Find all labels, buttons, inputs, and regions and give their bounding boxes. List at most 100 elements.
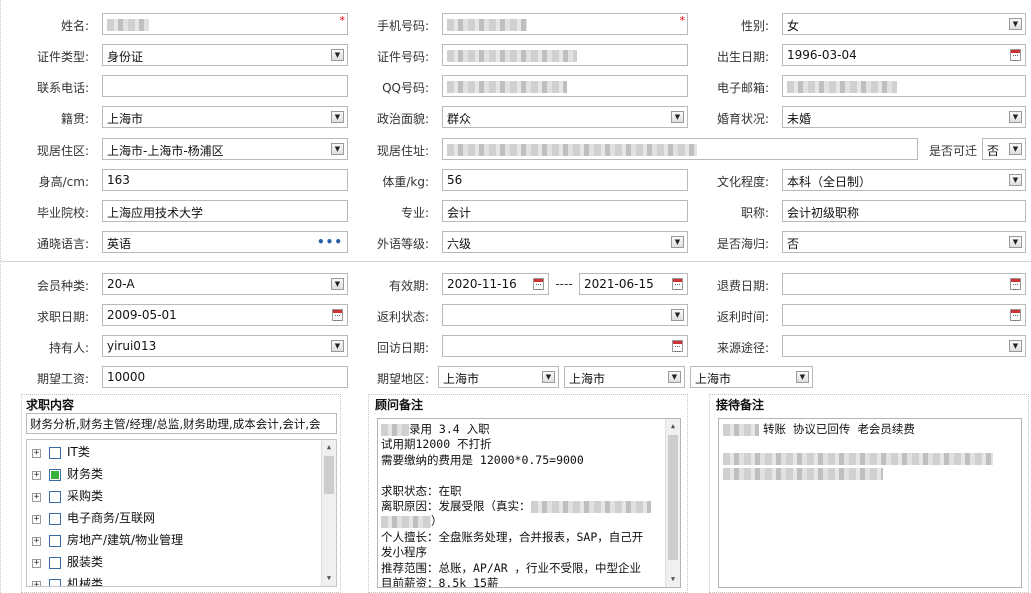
advisor-notes-textarea[interactable]: 录用 3.4 入职 试用期12000 不打折 需要缴纳的费用是 12000*0.… — [377, 418, 681, 588]
chevron-down-icon[interactable]: ▼ — [668, 371, 681, 383]
job-date-field[interactable]: 2009-05-01 — [102, 304, 348, 326]
chevron-down-icon[interactable]: ▼ — [331, 340, 344, 352]
qq-field[interactable] — [442, 75, 688, 97]
valid-from-field[interactable]: 2020-11-16 — [442, 273, 549, 295]
education-select[interactable]: 本科（全日制） ▼ — [782, 169, 1026, 191]
calendar-icon[interactable] — [1010, 309, 1021, 321]
residence-select[interactable]: 上海市-上海市-杨浦区 ▼ — [102, 138, 348, 160]
calendar-icon[interactable] — [332, 309, 343, 321]
rebate-time-field[interactable] — [782, 304, 1026, 326]
expand-icon[interactable]: + — [32, 492, 41, 502]
lang-level-select[interactable]: 六级 ▼ — [442, 231, 688, 253]
scroll-thumb[interactable] — [324, 456, 334, 494]
scroll-up-icon[interactable]: ▲ — [666, 419, 680, 434]
chevron-down-icon[interactable]: ▼ — [542, 371, 555, 383]
chevron-down-icon[interactable]: ▼ — [331, 143, 344, 155]
advisor-notes-panel: 顾问备注 录用 3.4 入职 试用期12000 不打折 需要缴纳的费用是 120… — [368, 394, 688, 593]
tree-scrollbar[interactable]: ▲ ▼ — [321, 440, 336, 586]
valid-to-field[interactable]: 2021-06-15 — [579, 273, 688, 295]
region-province-select[interactable]: 上海市 ▼ — [438, 366, 559, 388]
birth-date-field[interactable]: 1996-03-04 — [782, 44, 1026, 66]
expand-icon[interactable]: + — [32, 536, 41, 546]
expand-icon[interactable]: + — [32, 580, 41, 586]
weight-field[interactable]: 56 — [442, 169, 688, 191]
id-type-select[interactable]: 身份证 ▼ — [102, 44, 348, 66]
source-select[interactable]: ▼ — [782, 335, 1026, 357]
id-number-field[interactable] — [442, 44, 688, 66]
tree-item-it[interactable]: + IT类 — [32, 442, 90, 464]
school-field[interactable]: 上海应用技术大学 — [102, 200, 348, 222]
expand-icon[interactable]: + — [32, 514, 41, 524]
address-field[interactable] — [442, 138, 918, 160]
salary-field[interactable]: 10000 — [102, 366, 348, 388]
scroll-down-icon[interactable]: ▼ — [666, 572, 680, 587]
refund-date-field[interactable] — [782, 273, 1026, 295]
chevron-down-icon[interactable]: ▼ — [1009, 18, 1022, 30]
checkbox-checked[interactable] — [49, 469, 61, 481]
checkbox[interactable] — [49, 557, 61, 569]
more-options-icon[interactable]: ••• — [317, 235, 343, 249]
tree-item-ecommerce[interactable]: + 电子商务/互联网 — [32, 508, 155, 530]
relocate-select[interactable]: 否 ▼ — [982, 138, 1026, 160]
calendar-icon[interactable] — [672, 340, 683, 352]
calendar-icon[interactable] — [1010, 278, 1021, 290]
chevron-down-icon[interactable]: ▼ — [331, 111, 344, 123]
expand-icon[interactable]: + — [32, 448, 41, 458]
tree-item-machinery[interactable]: + 机械类 — [32, 574, 103, 586]
chevron-down-icon[interactable]: ▼ — [671, 111, 684, 123]
checkbox[interactable] — [49, 535, 61, 547]
chevron-down-icon[interactable]: ▼ — [331, 278, 344, 290]
row-school: 毕业院校: 上海应用技术大学 专业: 会计 职称: 会计初级职称 — [1, 200, 1031, 224]
name-field[interactable]: * — [102, 13, 348, 35]
tree-item-apparel[interactable]: + 服装类 — [32, 552, 103, 574]
notes-scrollbar[interactable]: ▲ ▼ — [665, 419, 680, 587]
contact-phone-field[interactable] — [102, 75, 348, 97]
height-field[interactable]: 163 — [102, 169, 348, 191]
education-value: 本科（全日制） — [787, 175, 872, 189]
phone-field[interactable]: * — [442, 13, 688, 35]
job-date-value: 2009-05-01 — [107, 308, 177, 322]
job-content-summary[interactable]: 财务分析,财务主管/经理/总监,财务助理,成本会计,会计,会 — [26, 413, 337, 434]
chevron-down-icon[interactable]: ▼ — [1009, 340, 1022, 352]
expand-icon[interactable]: + — [32, 470, 41, 480]
checkbox[interactable] — [49, 447, 61, 459]
language-field[interactable]: 英语 ••• — [102, 231, 348, 253]
checkbox[interactable] — [49, 579, 61, 586]
chevron-down-icon[interactable]: ▼ — [796, 371, 809, 383]
region-district-select[interactable]: 上海市 ▼ — [690, 366, 813, 388]
tree-item-purchasing[interactable]: + 采购类 — [32, 486, 103, 508]
calendar-icon[interactable] — [1010, 49, 1021, 61]
calendar-icon[interactable] — [672, 278, 683, 290]
chevron-down-icon[interactable]: ▼ — [671, 236, 684, 248]
chevron-down-icon[interactable]: ▼ — [671, 309, 684, 321]
chevron-down-icon[interactable]: ▼ — [1009, 174, 1022, 186]
reception-notes-textarea[interactable]: 转账 协议已回传 老会员续费 — [718, 418, 1022, 588]
gender-select[interactable]: 女 ▼ — [782, 13, 1026, 35]
chevron-down-icon[interactable]: ▼ — [1009, 143, 1022, 155]
native-select[interactable]: 上海市 ▼ — [102, 106, 348, 128]
scroll-up-icon[interactable]: ▲ — [322, 440, 336, 455]
email-field[interactable] — [782, 75, 1026, 97]
visit-date-field[interactable] — [442, 335, 688, 357]
rebate-status-select[interactable]: ▼ — [442, 304, 688, 326]
holder-select[interactable]: yirui013 ▼ — [102, 335, 348, 357]
scroll-down-icon[interactable]: ▼ — [322, 571, 336, 586]
chevron-down-icon[interactable]: ▼ — [1009, 236, 1022, 248]
region-city-select[interactable]: 上海市 ▼ — [564, 366, 685, 388]
member-type-select[interactable]: 20-A ▼ — [102, 273, 348, 295]
native-value: 上海市 — [107, 112, 144, 126]
chevron-down-icon[interactable]: ▼ — [1009, 111, 1022, 123]
marital-select[interactable]: 未婚 ▼ — [782, 106, 1026, 128]
title-field[interactable]: 会计初级职称 — [782, 200, 1026, 222]
overseas-select[interactable]: 否 ▼ — [782, 231, 1026, 253]
scroll-thumb[interactable] — [668, 435, 678, 560]
calendar-icon[interactable] — [533, 278, 544, 290]
checkbox[interactable] — [49, 513, 61, 525]
tree-item-realestate[interactable]: + 房地产/建筑/物业管理 — [32, 530, 183, 552]
checkbox[interactable] — [49, 491, 61, 503]
chevron-down-icon[interactable]: ▼ — [331, 49, 344, 61]
major-field[interactable]: 会计 — [442, 200, 688, 222]
expand-icon[interactable]: + — [32, 558, 41, 568]
tree-item-finance[interactable]: + 财务类 — [32, 464, 103, 486]
politics-select[interactable]: 群众 ▼ — [442, 106, 688, 128]
